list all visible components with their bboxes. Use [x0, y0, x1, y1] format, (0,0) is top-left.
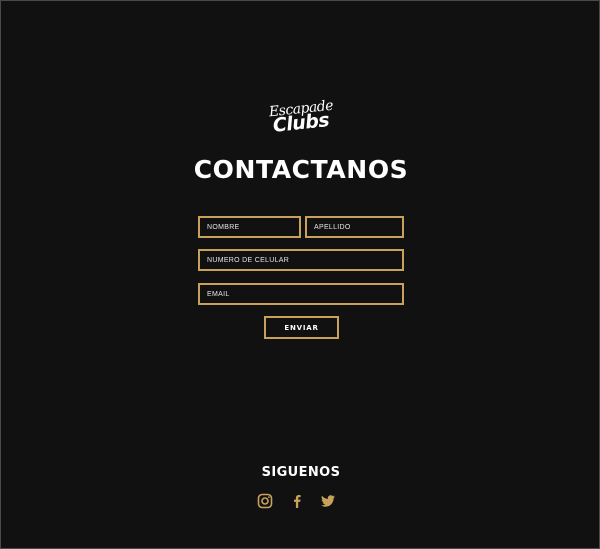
instagram-icon[interactable]	[257, 493, 273, 509]
celular-field[interactable]	[198, 249, 404, 271]
escapade-clubs-logo[interactable]: Escapade Clubs	[264, 96, 338, 138]
follow-heading: SIGUENOS	[261, 465, 341, 480]
enviar-button[interactable]: ENVIAR	[264, 316, 339, 339]
page-title: CONTACTANOS	[193, 155, 409, 184]
nombre-field[interactable]	[198, 216, 301, 238]
facebook-icon[interactable]	[289, 493, 305, 509]
apellido-field[interactable]	[305, 216, 404, 238]
twitter-icon[interactable]	[320, 493, 336, 509]
page-frame: Escapade Clubs CONTACTANOS ENVIAR SIGUEN…	[0, 0, 600, 549]
logo-line-2: Clubs	[271, 109, 331, 137]
email-field[interactable]	[198, 283, 404, 305]
